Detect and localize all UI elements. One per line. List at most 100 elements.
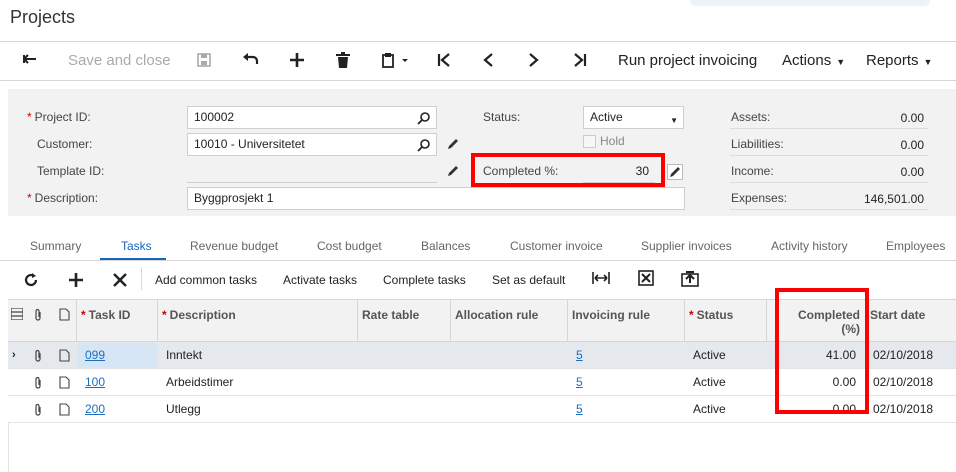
undo-icon[interactable] (242, 52, 260, 70)
divider (730, 209, 928, 210)
tab-tasks[interactable]: Tasks (121, 239, 152, 253)
set-as-default-button[interactable]: Set as default (492, 273, 565, 287)
tab-divider (0, 260, 956, 261)
chevron-down-icon: ▼ (923, 57, 933, 67)
save-and-close-button[interactable]: Save and close (68, 52, 171, 70)
add-icon[interactable] (289, 52, 305, 70)
customer-label: Customer: (37, 137, 93, 151)
tab-supplier-invoices[interactable]: Supplier invoices (641, 239, 732, 253)
excel-export-icon[interactable] (638, 270, 654, 289)
note-icon[interactable] (59, 376, 70, 392)
task-id-link[interactable]: 200 (85, 402, 105, 416)
chevron-down-icon: ▼ (670, 116, 678, 125)
tab-activity-history[interactable]: Activity history (771, 239, 848, 253)
column-start-date[interactable]: Start date (870, 308, 925, 322)
task-start-date[interactable]: 02/10/2018 (873, 375, 933, 389)
income-label: Income: (731, 164, 774, 178)
column-divider (450, 300, 451, 341)
task-id-link[interactable]: 099 (85, 348, 105, 362)
row-settings-icon[interactable] (10, 307, 24, 323)
column-description[interactable]: * Description (162, 308, 236, 322)
note-icon[interactable] (59, 403, 70, 419)
column-rate-table[interactable]: Rate table (362, 308, 419, 322)
status-select[interactable]: Active ▼ (583, 106, 684, 129)
save-icon[interactable] (196, 52, 212, 70)
clipboard-icon[interactable] (382, 52, 410, 70)
column-divider (76, 300, 77, 341)
tab-customer-invoice[interactable]: Customer invoice (510, 239, 603, 253)
activate-tasks-button[interactable]: Activate tasks (283, 273, 357, 287)
tab-employees[interactable]: Employees (886, 239, 945, 253)
reports-menu[interactable]: Reports ▼ (866, 52, 932, 70)
add-row-icon[interactable] (68, 272, 84, 291)
column-task-id[interactable]: * Task ID (81, 308, 130, 322)
task-description[interactable]: Utlegg (166, 402, 201, 416)
last-icon[interactable] (573, 52, 587, 70)
edit-pencil-icon[interactable] (447, 165, 459, 180)
task-description[interactable]: Arbeidstimer (166, 375, 233, 389)
add-common-tasks-button[interactable]: Add common tasks (155, 273, 257, 287)
divider (141, 268, 142, 290)
attachment-icon[interactable] (33, 349, 43, 365)
task-description[interactable]: Inntekt (166, 348, 202, 362)
task-start-date[interactable]: 02/10/2018 (873, 402, 933, 416)
task-status[interactable]: Active (693, 375, 726, 389)
tab-revenue-budget[interactable]: Revenue budget (190, 239, 278, 253)
tab-balances[interactable]: Balances (421, 239, 470, 253)
attachment-icon[interactable] (33, 376, 43, 392)
upload-icon[interactable] (681, 269, 699, 290)
tab-summary[interactable]: Summary (30, 239, 81, 253)
template-id-field[interactable] (187, 160, 437, 183)
hold-checkbox[interactable] (583, 135, 596, 148)
note-icon[interactable] (59, 349, 70, 365)
refresh-icon[interactable] (23, 272, 39, 291)
search-icon[interactable] (417, 138, 431, 159)
delete-icon[interactable] (336, 52, 350, 70)
complete-tasks-button[interactable]: Complete tasks (383, 273, 466, 287)
divider (730, 128, 928, 129)
hold-label: Hold (600, 134, 625, 148)
run-project-invoicing-button[interactable]: Run project invoicing (618, 52, 757, 70)
liabilities-value: 0.00 (900, 138, 924, 152)
attachment-icon[interactable] (33, 403, 43, 419)
customer-value: 10010 - Universitetet (194, 137, 305, 151)
first-icon[interactable] (437, 52, 451, 70)
task-status[interactable]: Active (693, 402, 726, 416)
column-divider (567, 300, 568, 341)
column-allocation-rule[interactable]: Allocation rule (455, 308, 538, 322)
task-status[interactable]: Active (693, 348, 726, 362)
liabilities-label: Liabilities: (731, 137, 784, 151)
invoicing-rule-link[interactable]: 5 (576, 375, 583, 389)
next-icon[interactable] (528, 52, 540, 70)
current-row-indicator-icon: › (12, 349, 16, 361)
divider (730, 155, 928, 156)
task-start-date[interactable]: 02/10/2018 (873, 348, 933, 362)
actions-menu[interactable]: Actions ▼ (782, 52, 845, 70)
back-arrow-icon[interactable] (22, 51, 38, 69)
column-status[interactable]: * Status (689, 308, 733, 322)
tab-cost-budget[interactable]: Cost budget (317, 239, 382, 253)
fit-width-icon[interactable] (592, 271, 610, 288)
customer-field[interactable]: 10010 - Universitetet (187, 133, 437, 156)
project-id-label: * Project ID: (27, 110, 91, 124)
divider (730, 182, 928, 183)
task-id-link[interactable]: 100 (85, 375, 105, 389)
edit-pencil-icon[interactable] (667, 164, 683, 180)
column-divider (157, 300, 158, 341)
search-icon[interactable] (417, 111, 431, 132)
delete-row-icon[interactable] (112, 272, 128, 291)
invoicing-rule-link[interactable]: 5 (576, 402, 583, 416)
assets-label: Assets: (731, 110, 771, 124)
invoicing-rule-link[interactable]: 5 (576, 348, 583, 362)
column-invoicing-rule[interactable]: Invoicing rule (572, 308, 650, 322)
page-title: Projects (10, 7, 76, 27)
previous-icon[interactable] (482, 52, 494, 70)
project-id-value: 100002 (194, 110, 235, 124)
edit-pencil-icon[interactable] (447, 138, 459, 153)
grid-left-border (8, 423, 9, 472)
description-field[interactable]: Byggprosjekt 1 (187, 187, 685, 210)
reports-label: Reports (866, 52, 919, 69)
active-tab-indicator (100, 258, 166, 260)
status-label: Status: (483, 110, 521, 124)
project-id-field[interactable]: 100002 (187, 106, 437, 129)
